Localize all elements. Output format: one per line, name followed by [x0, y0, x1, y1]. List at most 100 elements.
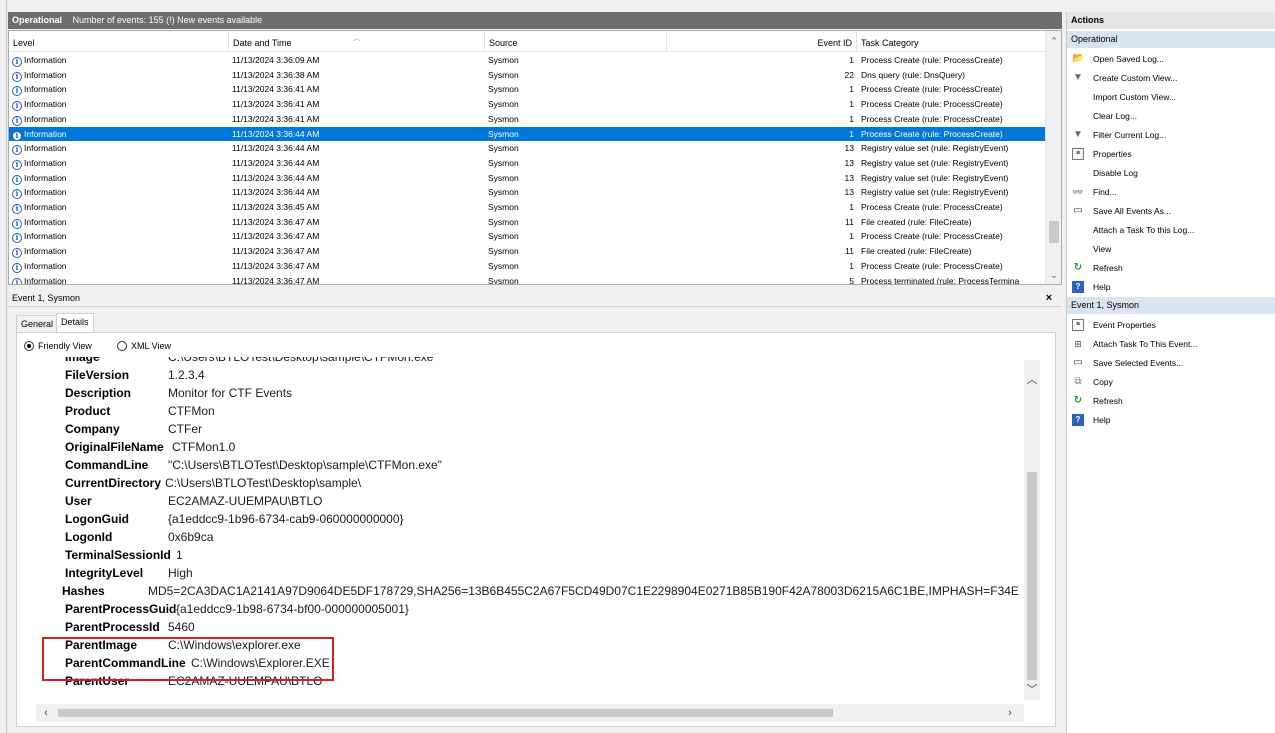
details-hscroll-thumb[interactable]: [58, 709, 833, 717]
level-text: Information: [24, 172, 67, 183]
details-vertical-scrollbar[interactable]: ︿ ﹀: [1024, 360, 1040, 700]
table-row[interactable]: i Information 11/13/2024 3:36:47 AM Sysmon 1…: [9, 244, 1046, 259]
property-value[interactable]: {a1eddcc9-1b98-6734-bf00-000000005001}: [176, 600, 409, 618]
table-row[interactable]: i Information 11/13/2024 3:36:38 AM Sysmon 2…: [9, 68, 1046, 83]
action-view[interactable]: View: [1067, 240, 1275, 258]
action-help[interactable]: ? Help: [1067, 411, 1275, 429]
column-header-level[interactable]: Level: [9, 31, 229, 52]
property-value[interactable]: EC2AMAZ-UUEMPAU\BTLO: [168, 492, 322, 510]
event-grid[interactable]: Level Date and Time ︿ Source Event ID Ta…: [8, 30, 1062, 285]
table-row[interactable]: i Information 11/13/2024 3:36:44 AM Sysmon 1…: [9, 171, 1046, 186]
action-attach-a-task-to-this-log[interactable]: Attach a Task To this Log...: [1067, 221, 1275, 239]
detail-pane-title: Event 1, Sysmon: [8, 290, 1062, 307]
table-row[interactable]: i Information 11/13/2024 3:36:45 AM Sysmon 1…: [9, 200, 1046, 215]
action-clear-log[interactable]: Clear Log...: [1067, 107, 1275, 125]
tab-general[interactable]: General: [16, 315, 59, 332]
action-save-all-events-as[interactable]: ▭ Save All Events As...: [1067, 202, 1275, 220]
action-refresh[interactable]: ↻ Refresh: [1067, 259, 1275, 277]
event-id-cell: 13: [844, 143, 854, 154]
actions-section-log[interactable]: Operational: [1067, 31, 1275, 48]
property-value[interactable]: C:\Windows\explorer.exe: [168, 636, 301, 654]
scroll-up-arrow-icon[interactable]: ⌃: [1046, 33, 1061, 49]
log-event-count: Number of events: 155 (!) New events ava…: [72, 15, 263, 25]
column-header-source[interactable]: Source: [485, 31, 667, 52]
property-value[interactable]: C:\Users\BTLOTest\Desktop\sample\CTFMon.…: [168, 357, 433, 366]
scroll-right-arrow-icon[interactable]: ›: [1002, 704, 1018, 722]
action-save-selected-events[interactable]: ▭ Save Selected Events...: [1067, 354, 1275, 372]
event-id-cell: 5: [849, 275, 854, 285]
information-icon: i: [12, 233, 22, 244]
table-row[interactable]: i Information 11/13/2024 3:36:41 AM Sysmon 1…: [9, 112, 1046, 127]
table-row[interactable]: i Information 11/13/2024 3:36:47 AM Sysmon 1…: [9, 259, 1046, 274]
property-value[interactable]: "C:\Users\BTLOTest\Desktop\sample\CTFMon…: [168, 456, 442, 474]
scroll-down-arrow-icon[interactable]: ⌄: [1046, 267, 1061, 283]
scroll-left-arrow-icon[interactable]: ‹: [38, 704, 54, 722]
action-attach-task-to-this-event[interactable]: ⊞ Attach Task To This Event...: [1067, 335, 1275, 353]
property-value[interactable]: 0x6b9ca: [168, 528, 213, 546]
grid-vertical-scrollbar[interactable]: ⌃ ⌄: [1045, 31, 1061, 284]
action-label: Save Selected Events...: [1093, 358, 1184, 368]
level-text: Information: [24, 69, 67, 80]
table-row[interactable]: i Information 11/13/2024 3:36:47 AM Sysmon 5…: [9, 274, 1046, 285]
action-import-custom-view[interactable]: Import Custom View...: [1067, 88, 1275, 106]
action-label: Find...: [1093, 187, 1117, 197]
table-row[interactable]: i Information 11/13/2024 3:36:41 AM Sysmon 1…: [9, 97, 1046, 112]
property-value[interactable]: EC2AMAZ-UUEMPAU\BTLO: [168, 672, 322, 690]
date-time-cell: 11/13/2024 3:36:44 AM: [232, 157, 320, 168]
date-time-cell: 11/13/2024 3:36:44 AM: [232, 172, 320, 183]
xml-view-radio[interactable]: XML View: [117, 341, 171, 351]
action-open-saved-log[interactable]: 📂 Open Saved Log...: [1067, 50, 1275, 68]
tab-details[interactable]: Details: [56, 313, 94, 333]
action-disable-log[interactable]: Disable Log: [1067, 164, 1275, 182]
information-icon: i: [12, 262, 22, 273]
action-copy[interactable]: ⧉ Copy: [1067, 373, 1275, 391]
close-icon[interactable]: ×: [1042, 291, 1056, 305]
table-row[interactable]: i Information 11/13/2024 3:36:09 AM Sysmon 1…: [9, 53, 1046, 68]
action-filter-current-log[interactable]: ▼ Filter Current Log...: [1067, 126, 1275, 144]
property-value[interactable]: CTFMon1.0: [172, 438, 235, 456]
friendly-view-radio[interactable]: Friendly View: [24, 341, 92, 351]
table-row[interactable]: i Information 11/13/2024 3:36:44 AM Sysmon 1…: [9, 141, 1046, 156]
table-row[interactable]: i Information 11/13/2024 3:36:47 AM Sysmon 1…: [9, 229, 1046, 244]
property-value[interactable]: CTFer: [168, 420, 202, 438]
task-category-cell: Process Create (rule: ProcessCreate): [861, 231, 1003, 242]
action-event-properties[interactable]: ≡ Event Properties: [1067, 316, 1275, 334]
column-header-task-category[interactable]: Task Category: [857, 31, 1046, 52]
property-value[interactable]: 1.2.3.4: [168, 366, 205, 384]
action-refresh[interactable]: ↻ Refresh: [1067, 392, 1275, 410]
property-value[interactable]: C:\Users\BTLOTest\Desktop\sample\: [165, 474, 361, 492]
action-properties[interactable]: ≡ Properties: [1067, 145, 1275, 163]
property-value[interactable]: High: [168, 564, 193, 582]
task-category-cell: Process terminated (rule: ProcessTermina: [861, 275, 1020, 285]
level-text: Information: [24, 84, 67, 95]
property-value[interactable]: C:\Windows\Explorer.EXE: [191, 654, 330, 672]
property-value[interactable]: CTFMon: [168, 402, 215, 420]
property-value[interactable]: Monitor for CTF Events: [168, 384, 292, 402]
property-value[interactable]: MD5=2CA3DAC1A2141A97D9064DE5DF178729,SHA…: [148, 582, 1019, 600]
scroll-down-arrow-icon[interactable]: ﹀: [1024, 682, 1040, 698]
grid-scroll-thumb[interactable]: [1049, 221, 1059, 243]
column-header-event-id[interactable]: Event ID: [667, 31, 857, 52]
property-value[interactable]: 5460: [168, 618, 195, 636]
table-row[interactable]: i Information 11/13/2024 3:36:41 AM Sysmon 1…: [9, 82, 1046, 97]
actions-section-event[interactable]: Event 1, Sysmon: [1067, 297, 1275, 314]
action-label: View: [1093, 244, 1112, 254]
level-text: Information: [24, 99, 67, 110]
details-horizontal-scrollbar[interactable]: ‹ ›: [36, 704, 1024, 722]
event-id-cell: 13: [844, 187, 854, 198]
action-help[interactable]: ? Help: [1067, 278, 1275, 296]
action-create-custom-view[interactable]: ▼ Create Custom View...: [1067, 69, 1275, 87]
table-row[interactable]: i Information 11/13/2024 3:36:44 AM Sysmon 1…: [9, 126, 1046, 142]
table-row[interactable]: i Information 11/13/2024 3:36:44 AM Sysmon 1…: [9, 185, 1046, 200]
property-value[interactable]: 1: [176, 546, 183, 564]
scroll-up-arrow-icon[interactable]: ︿: [1024, 372, 1040, 388]
property-key: ParentImage: [65, 638, 138, 652]
property-value[interactable]: {a1eddcc9-1b96-6734-cab9-060000000000}: [168, 510, 404, 528]
details-scroll-thumb[interactable]: [1027, 472, 1037, 680]
table-row[interactable]: i Information 11/13/2024 3:36:47 AM Sysmon 1…: [9, 215, 1046, 230]
task-category-cell: Process Create (rule: ProcessCreate): [861, 202, 1003, 212]
left-splitter[interactable]: [0, 0, 7, 733]
table-row[interactable]: i Information 11/13/2024 3:36:44 AM Sysmon 1…: [9, 156, 1046, 171]
action-find[interactable]: 👓 Find...: [1067, 183, 1275, 201]
date-time-cell: 11/13/2024 3:36:41 AM: [232, 113, 320, 124]
